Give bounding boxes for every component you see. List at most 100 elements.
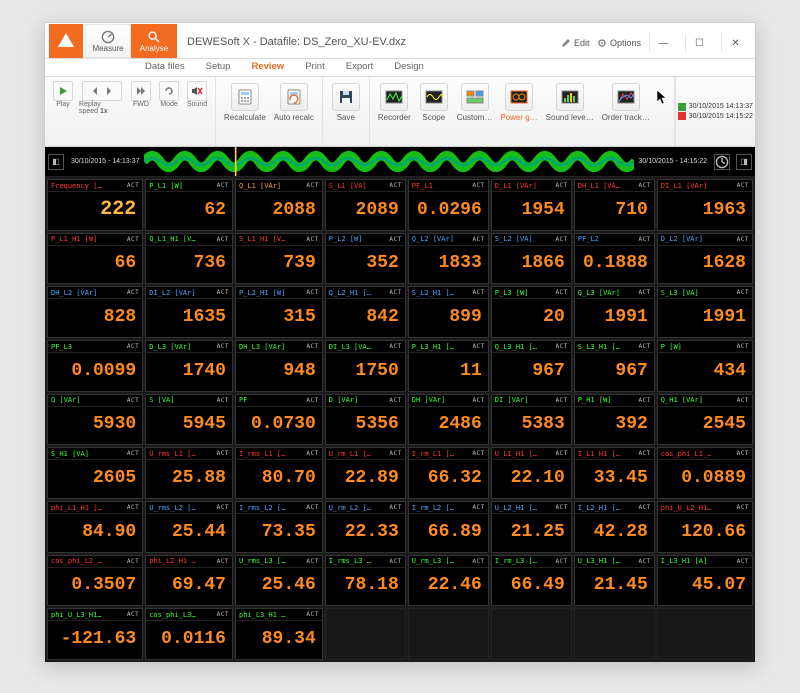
mode-button[interactable]: Mode [157, 81, 181, 108]
meter-cell[interactable]: U_L2_H1 [V]ACT21.25 [491, 501, 572, 553]
meter-cell[interactable]: cos_phi_L3_H1ACT0.0116 [145, 608, 233, 660]
play-button[interactable]: Play [51, 81, 75, 108]
meter-cell[interactable]: I_L2_H1 [A]ACT42.28 [574, 501, 655, 553]
meter-cell[interactable]: DH_L1 [VAr]ACT710 [574, 179, 655, 231]
meter-cell[interactable]: U_rms_L1 [V]ACT25.88 [145, 447, 233, 499]
meter-cell[interactable]: DH_L3 [VAr]ACT948 [235, 340, 323, 392]
recorder-button[interactable]: Recorder [376, 81, 413, 124]
meter-cell[interactable]: I_rms_L2 [A]ACT73.35 [235, 501, 323, 553]
meter-cell[interactable]: P [W]ACT434 [657, 340, 753, 392]
custom-display-button[interactable]: Custom… [455, 81, 495, 124]
mode-tab-measure[interactable]: Measure [85, 24, 131, 58]
sound-level-button[interactable]: Sound leve… [544, 81, 596, 124]
tab-design[interactable]: Design [384, 59, 435, 76]
meter-cell[interactable]: D [VAr]ACT5356 [325, 394, 406, 446]
meter-label: S_L2 [VA] [495, 235, 533, 243]
wave-left-cap[interactable]: ◧ [48, 154, 64, 170]
power-grid-button[interactable]: Power g… [498, 81, 539, 124]
window-close-button[interactable]: ✕ [721, 34, 749, 52]
meter-cell[interactable]: U_rm_L1 [V]ACT22.89 [325, 447, 406, 499]
meter-cell[interactable]: cos_phi_L2_H1ACT0.3507 [47, 555, 143, 607]
meter-cell[interactable]: PF_L2ACT0.1888 [574, 233, 655, 285]
scope-button[interactable]: Scope [417, 81, 451, 124]
meter-cell[interactable]: P_L1 [W]ACT62 [145, 179, 233, 231]
recalculate-button[interactable]: Recalculate [222, 81, 268, 124]
edit-button[interactable]: Edit [561, 38, 589, 48]
meter-cell[interactable]: Q_L3_H1 [VAr]ACT967 [491, 340, 572, 392]
meter-cell[interactable]: PF_L3ACT0.0099 [47, 340, 143, 392]
meter-cell[interactable]: Frequency [Hz]ACT222 [47, 179, 143, 231]
meter-cell[interactable]: DI_L1 [VAr]ACT1963 [657, 179, 753, 231]
meter-cell[interactable]: cos_phi_L1_H1ACT0.0889 [657, 447, 753, 499]
meter-cell[interactable]: U_rms_L3 [V]ACT25.46 [235, 555, 323, 607]
meter-cell[interactable]: S_L2 [VA]ACT1866 [491, 233, 572, 285]
meter-cell[interactable]: S_L1_H1 [VA]ACT739 [235, 233, 323, 285]
meter-cell[interactable]: DI_L3 [VAr]ACT1750 [325, 340, 406, 392]
meter-cell[interactable]: I_rm_L3 [A]ACT66.49 [491, 555, 572, 607]
meter-cell[interactable]: DH [VAr]ACT2486 [408, 394, 489, 446]
wave-right-cap[interactable]: ◨ [736, 154, 752, 170]
meter-cell[interactable]: P_L1_H1 [W]ACT66 [47, 233, 143, 285]
tab-print[interactable]: Print [295, 59, 336, 76]
meter-cell[interactable]: I_L1_H1 [A]ACT33.45 [574, 447, 655, 499]
meter-cell[interactable]: Q_L3 [VAr]ACT1991 [574, 286, 655, 338]
meter-cell[interactable]: U_L1_H1 [V]ACT22.10 [491, 447, 572, 499]
window-maximize-button[interactable]: ☐ [685, 34, 713, 52]
save-button[interactable]: Save [329, 81, 363, 124]
meter-cell[interactable]: P_L3_H1 [W]ACT11 [408, 340, 489, 392]
meter-cell[interactable]: S [VA]ACT5945 [145, 394, 233, 446]
meter-cell[interactable]: I_L3_H1 [A]ACT45.07 [657, 555, 753, 607]
meter-cell[interactable]: S_L2_H1 [VA]ACT899 [408, 286, 489, 338]
meter-cell[interactable]: Q_L2 [VAr]ACT1833 [408, 233, 489, 285]
meter-cell[interactable]: U_rm_L2 [V]ACT22.33 [325, 501, 406, 553]
window-minimize-button[interactable]: — [649, 34, 677, 52]
options-button[interactable]: Options [597, 38, 641, 48]
meter-cell[interactable]: U_rms_L2 [V]ACT25.44 [145, 501, 233, 553]
meter-cell[interactable]: PFACT0.0730 [235, 394, 323, 446]
sound-button[interactable]: Sound [185, 81, 209, 108]
meter-cell[interactable]: S_L1 [VA]ACT2089 [325, 179, 406, 231]
meter-cell[interactable]: P_L2 [W]ACT352 [325, 233, 406, 285]
tab-export[interactable]: Export [336, 59, 384, 76]
meter-cell[interactable]: Q_L1_H1 [VAr]ACT736 [145, 233, 233, 285]
meter-cell[interactable]: Q_L2_H1 [VAr]ACT842 [325, 286, 406, 338]
auto-recalc-button[interactable]: Auto recalc [272, 81, 316, 124]
meter-cell[interactable]: P_H1 [W]ACT392 [574, 394, 655, 446]
meter-cell[interactable]: P_L2_H1 [W]ACT315 [235, 286, 323, 338]
order-tracking-button[interactable]: Order track… [600, 81, 652, 124]
meter-cell[interactable]: S_H1 [VA]ACT2605 [47, 447, 143, 499]
meter-cell[interactable]: phi_L1_H1 [deg.]ACT84.90 [47, 501, 143, 553]
meter-cell[interactable]: P_L3 [W]ACT20 [491, 286, 572, 338]
meter-cell[interactable]: I_rm_L2 [A]ACT66.89 [408, 501, 489, 553]
waveform-overview[interactable]: ◧ 30/10/2015 - 14:13:37 30/10/2015 - 14:… [45, 147, 755, 177]
meter-cell[interactable]: I_rms_L3 [A]ACT78.18 [325, 555, 406, 607]
mode-tab-analyse[interactable]: Analyse [131, 24, 177, 58]
meter-cell[interactable]: S_L3 [VA]ACT1991 [657, 286, 753, 338]
meter-cell[interactable]: DI [VAr]ACT5383 [491, 394, 572, 446]
meter-cell[interactable]: phi_L3_H1 [deg.]ACT89.34 [235, 608, 323, 660]
meter-cell[interactable]: phi_L2_H1 [deg.]ACT69.47 [145, 555, 233, 607]
meter-cell[interactable]: S_L3_H1 [VA]ACT967 [574, 340, 655, 392]
meter-cell[interactable]: D_L2 [VAr]ACT1628 [657, 233, 753, 285]
tab-data-files[interactable]: Data files [135, 59, 196, 76]
meter-cell[interactable]: DH_L2 [VAr]ACT828 [47, 286, 143, 338]
meter-cell[interactable]: D_L3 [VAr]ACT1740 [145, 340, 233, 392]
tab-review[interactable]: Review [241, 59, 295, 76]
meter-cell[interactable]: I_rm_L1 [A]ACT66.32 [408, 447, 489, 499]
replay-speed[interactable]: Replay speed 1x [79, 81, 125, 115]
meter-cell[interactable]: I_rms_L1 [A]ACT80.70 [235, 447, 323, 499]
fwd-button[interactable]: FWD [129, 81, 153, 108]
meter-cell[interactable]: phi_U_L2_H1 [deg.]ACT120.66 [657, 501, 753, 553]
wave-clock-cap[interactable] [714, 154, 730, 170]
meter-cell[interactable]: D_L1 [VAr]ACT1954 [491, 179, 572, 231]
meter-cell[interactable]: Q_L1 [VAr]ACT2088 [235, 179, 323, 231]
meter-cell[interactable]: phi_U_L3_H1 [deg.]ACT-121.63 [47, 608, 143, 660]
meter-header: Q_L3_H1 [VAr]ACT [492, 341, 571, 353]
meter-cell[interactable]: Q_H1 [VAr]ACT2545 [657, 394, 753, 446]
tab-setup[interactable]: Setup [196, 59, 242, 76]
meter-cell[interactable]: DI_L2 [VAr]ACT1635 [145, 286, 233, 338]
meter-cell[interactable]: Q [VAr]ACT5930 [47, 394, 143, 446]
meter-cell[interactable]: PF_L1ACT0.0296 [408, 179, 489, 231]
meter-cell[interactable]: U_L3_H1 [V]ACT21.45 [574, 555, 655, 607]
meter-cell[interactable]: U_rm_L3 [V]ACT22.46 [408, 555, 489, 607]
